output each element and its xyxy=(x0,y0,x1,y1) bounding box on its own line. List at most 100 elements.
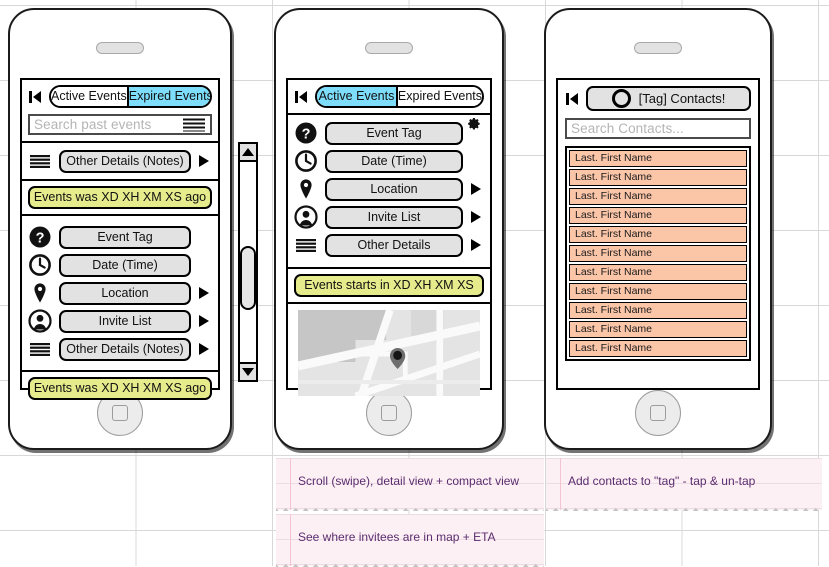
phone-1-tab-row: Active Events Expired Events xyxy=(28,85,212,108)
phone-2-banner-panel: Events starts in XD XH XM XS xyxy=(288,269,490,304)
expired-banner-top: Events was XD XH XM XS ago xyxy=(28,186,212,209)
detail-row-other-details[interactable]: Other Details (Notes) xyxy=(28,337,212,361)
detail-row-location[interactable]: Location xyxy=(28,281,212,305)
search-placeholder: Search past events xyxy=(34,117,152,132)
scroll-down-button[interactable] xyxy=(240,362,256,380)
scrollbar-track[interactable] xyxy=(240,162,256,362)
date-time-button[interactable]: Date (Time) xyxy=(59,253,191,277)
vertical-scrollbar[interactable] xyxy=(238,142,258,382)
back-icon[interactable] xyxy=(294,89,310,105)
chevron-right-icon[interactable] xyxy=(198,285,212,301)
contact-list-item[interactable]: Last. First Name xyxy=(569,245,747,262)
lines-icon xyxy=(28,149,52,173)
location-map[interactable] xyxy=(298,310,480,396)
chevron-right-icon[interactable] xyxy=(470,209,484,225)
detail-row-event-tag[interactable]: ? Event Tag xyxy=(294,121,484,145)
contact-list-item[interactable]: Last. First Name xyxy=(569,207,747,224)
phone-1-compact-panel: Other Details (Notes) xyxy=(22,143,218,181)
clock-icon xyxy=(294,149,318,173)
phone-2-frame: Active Events Expired Events ? Event Tag xyxy=(274,8,504,450)
home-button[interactable] xyxy=(635,390,681,436)
other-details-button[interactable]: Other Details xyxy=(325,233,463,257)
page-title: [Tag] Contacts! xyxy=(638,91,726,106)
phone-3-content-panel: [Tag] Contacts! Search Contacts... Last.… xyxy=(558,80,758,367)
phone-3-title-row: [Tag] Contacts! xyxy=(565,86,751,111)
back-icon[interactable] xyxy=(565,91,581,107)
note-text: See where invitees are in map + ETA xyxy=(298,530,496,544)
note-scroll-swipe: Scroll (swipe), detail view + compact vi… xyxy=(276,458,544,511)
chevron-right-icon[interactable] xyxy=(470,181,484,197)
detail-row-other-details[interactable]: Other Details xyxy=(294,233,484,257)
chevron-right-icon[interactable] xyxy=(198,313,212,329)
note-text: Add contacts to "tag" - tap & un-tap xyxy=(568,474,756,488)
question-mark-icon: ? xyxy=(28,225,52,249)
search-contacts-input[interactable]: Search Contacts... xyxy=(565,118,751,139)
tab-expired-events[interactable]: Expired Events xyxy=(395,87,482,106)
phone-2-segmented-control[interactable]: Active Events Expired Events xyxy=(315,85,484,108)
contact-list-item[interactable]: Last. First Name xyxy=(569,302,747,319)
wireframe-canvas: Active Events Expired Events Search past… xyxy=(0,0,829,567)
tab-active-events[interactable]: Active Events xyxy=(317,87,396,106)
date-time-button[interactable]: Date (Time) xyxy=(325,149,463,173)
phone-2-nav-panel: Active Events Expired Events xyxy=(288,80,490,115)
search-placeholder: Search Contacts... xyxy=(571,121,684,136)
chevron-right-icon[interactable] xyxy=(470,237,484,253)
note-torn-edge xyxy=(546,503,822,511)
invite-list-button[interactable]: Invite List xyxy=(59,309,191,333)
lines-icon xyxy=(28,337,52,361)
map-pin-icon xyxy=(28,281,52,305)
list-menu-icon[interactable] xyxy=(183,118,205,131)
scrollbar-thumb[interactable] xyxy=(240,246,256,310)
contact-list-item[interactable]: Last. First Name xyxy=(569,283,747,300)
tag-contacts-title-button[interactable]: [Tag] Contacts! xyxy=(586,86,751,111)
phone-1-screen: Active Events Expired Events Search past… xyxy=(20,78,220,400)
event-tag-button[interactable]: Event Tag xyxy=(59,225,191,249)
phone-1-segmented-control[interactable]: Active Events Expired Events xyxy=(49,85,212,108)
event-tag-button[interactable]: Event Tag xyxy=(325,121,463,145)
phone-2-tab-row: Active Events Expired Events xyxy=(294,85,484,108)
earpiece-speaker xyxy=(96,42,144,54)
invite-list-button[interactable]: Invite List xyxy=(325,205,463,229)
compact-row-other-details[interactable]: Other Details (Notes) xyxy=(28,149,212,173)
chevron-right-icon[interactable] xyxy=(198,341,212,357)
circle-icon xyxy=(611,89,631,108)
svg-text:?: ? xyxy=(302,126,311,142)
detail-row-date-time[interactable]: Date (Time) xyxy=(294,149,484,173)
person-icon xyxy=(294,205,318,229)
chevron-placeholder xyxy=(198,257,212,273)
phone-2-screen: Active Events Expired Events ? Event Tag xyxy=(286,78,492,396)
detail-row-date-time[interactable]: Date (Time) xyxy=(28,253,212,277)
svg-text:?: ? xyxy=(36,230,45,246)
tab-expired-events[interactable]: Expired Events xyxy=(126,87,210,106)
location-button[interactable]: Location xyxy=(59,281,191,305)
contact-list-item[interactable]: Last. First Name xyxy=(569,340,747,357)
phone-2-map-panel xyxy=(288,304,490,404)
contact-list-item[interactable]: Last. First Name xyxy=(569,321,747,338)
detail-row-location[interactable]: Location xyxy=(294,177,484,201)
compact-other-details-button[interactable]: Other Details (Notes) xyxy=(59,149,191,173)
other-details-button[interactable]: Other Details (Notes) xyxy=(59,337,191,361)
detail-row-invite-list[interactable]: Invite List xyxy=(28,309,212,333)
phone-1-banner-top-panel: Events was XD XH XM XS ago xyxy=(22,181,218,216)
contact-list-item[interactable]: Last. First Name xyxy=(569,150,747,167)
tab-active-events[interactable]: Active Events xyxy=(51,87,127,106)
phone-1-detail-panel: ? Event Tag Date (Time) Location Invite … xyxy=(22,216,218,372)
contact-list-item[interactable]: Last. First Name xyxy=(569,169,747,186)
scroll-up-icon xyxy=(242,148,254,156)
phone-1-nav-panel: Active Events Expired Events Search past… xyxy=(22,80,218,143)
chevron-right-icon[interactable] xyxy=(198,153,212,169)
earpiece-speaker xyxy=(634,42,682,54)
search-past-events-input[interactable]: Search past events xyxy=(28,114,212,135)
detail-row-invite-list[interactable]: Invite List xyxy=(294,205,484,229)
contact-list-item[interactable]: Last. First Name xyxy=(569,226,747,243)
note-text: Scroll (swipe), detail view + compact vi… xyxy=(298,474,520,488)
detail-row-event-tag[interactable]: ? Event Tag xyxy=(28,225,212,249)
scroll-down-icon xyxy=(242,368,254,376)
location-button[interactable]: Location xyxy=(325,177,463,201)
note-add-contacts: Add contacts to "tag" - tap & un-tap xyxy=(546,458,822,511)
contact-list-item[interactable]: Last. First Name xyxy=(569,264,747,281)
back-icon[interactable] xyxy=(28,89,44,105)
scroll-up-button[interactable] xyxy=(240,144,256,162)
contact-list-item[interactable]: Last. First Name xyxy=(569,188,747,205)
contacts-list: Last. First Name Last. First Name Last. … xyxy=(565,146,751,361)
